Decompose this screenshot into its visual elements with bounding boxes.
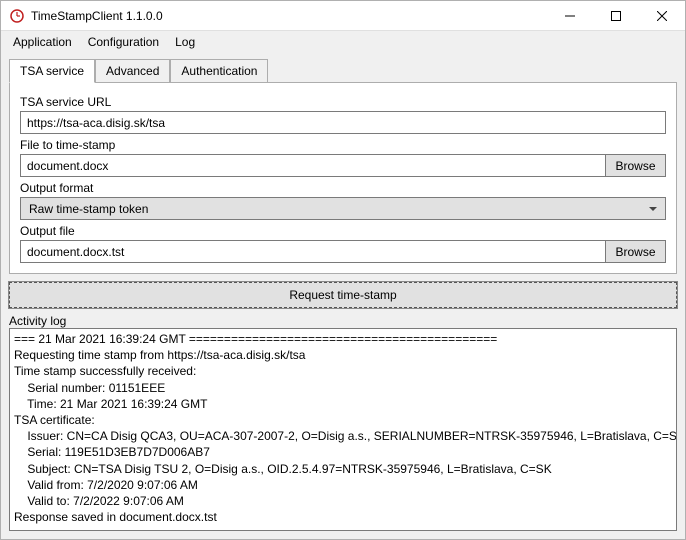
format-label: Output format [20,181,666,195]
titlebar[interactable]: TimeStampClient 1.1.0.0 [1,1,685,31]
minimize-button[interactable] [547,1,593,31]
window-title: TimeStampClient 1.1.0.0 [31,9,163,23]
tab-advanced[interactable]: Advanced [95,59,170,83]
tab-authentication[interactable]: Authentication [170,59,268,83]
menu-application[interactable]: Application [5,33,80,51]
app-icon [9,8,25,24]
tab-strip: TSA service Advanced Authentication [9,59,677,83]
format-value: Raw time-stamp token [29,202,148,216]
output-input[interactable] [20,240,606,263]
format-dropdown[interactable]: Raw time-stamp token [20,197,666,220]
browse-output-button[interactable]: Browse [606,240,666,263]
tab-tsa-service[interactable]: TSA service [9,59,95,83]
activity-log-label: Activity log [9,314,677,328]
request-timestamp-button[interactable]: Request time-stamp [9,282,677,308]
close-button[interactable] [639,1,685,31]
output-label: Output file [20,224,666,238]
tsa-url-input[interactable] [20,111,666,134]
file-label: File to time-stamp [20,138,666,152]
activity-log[interactable]: === 21 Mar 2021 16:39:24 GMT ===========… [9,328,677,531]
tab-panel-tsa: TSA service URL File to time-stamp Brows… [9,82,677,274]
menu-log[interactable]: Log [167,33,203,51]
menubar: Application Configuration Log [1,31,685,53]
content-area: TSA service Advanced Authentication TSA … [1,53,685,539]
maximize-button[interactable] [593,1,639,31]
browse-file-button[interactable]: Browse [606,154,666,177]
app-window: TimeStampClient 1.1.0.0 Application Conf… [0,0,686,540]
file-input[interactable] [20,154,606,177]
menu-configuration[interactable]: Configuration [80,33,167,51]
window-controls [547,1,685,31]
tsa-url-label: TSA service URL [20,95,666,109]
